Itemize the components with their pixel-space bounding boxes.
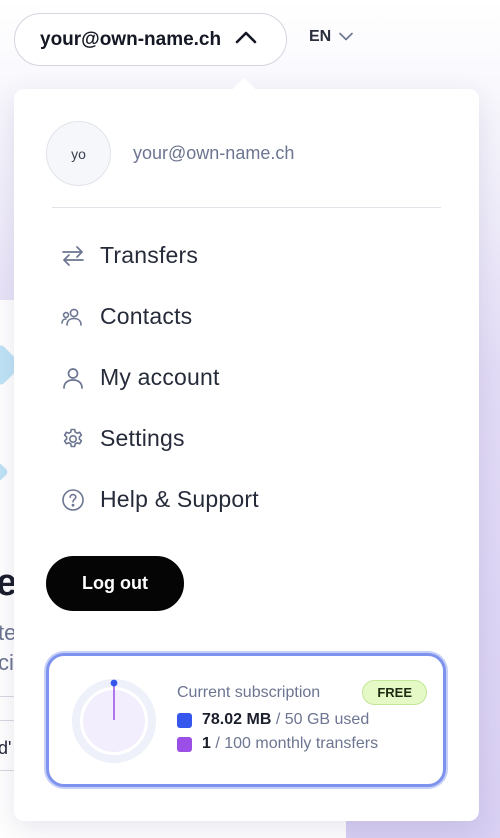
subscription-info: Current subscription FREE 78.02 MB / 50 …	[177, 680, 427, 753]
avatar: yo	[46, 121, 111, 186]
help-circle-icon	[60, 487, 86, 513]
plan-badge: FREE	[362, 680, 427, 705]
gear-icon	[60, 426, 86, 452]
menu-item-label: Help & Support	[100, 486, 259, 512]
language-selector[interactable]: EN	[309, 28, 354, 46]
menu-item-contacts[interactable]: Contacts	[60, 286, 259, 347]
subscription-card[interactable]: Current subscription FREE 78.02 MB / 50 …	[46, 653, 446, 787]
menu-item-my-account[interactable]: My account	[60, 347, 259, 408]
storage-used-value: 78.02 MB	[202, 711, 272, 728]
profile-header: yo your@own-name.ch	[46, 121, 294, 186]
menu-item-transfers[interactable]: Transfers	[60, 225, 259, 286]
chevron-down-icon	[339, 28, 354, 46]
menu-item-label: My account	[100, 364, 220, 390]
user-dropdown-menu: yo your@own-name.ch Transfers Contacts M…	[14, 89, 479, 821]
transfers-color-swatch	[177, 736, 192, 752]
background-text: d'	[0, 738, 12, 758]
menu-item-settings[interactable]: Settings	[60, 408, 259, 469]
storage-color-swatch	[177, 712, 192, 728]
menu-divider	[52, 207, 441, 208]
user-icon	[60, 365, 86, 391]
chevron-up-icon	[235, 30, 257, 49]
storage-usage-gauge	[72, 679, 156, 763]
background-text: ci	[0, 650, 14, 675]
menu-item-help-support[interactable]: Help & Support	[60, 469, 259, 530]
menu-item-label: Contacts	[100, 303, 193, 329]
menu-item-label: Transfers	[100, 242, 199, 268]
transfers-total-text: / 100 monthly transfers	[215, 735, 379, 752]
language-label: EN	[309, 28, 332, 45]
user-menu-toggle[interactable]: your@own-name.ch	[14, 13, 287, 66]
storage-total-text: / 50 GB used	[275, 711, 370, 728]
transfers-used-value: 1	[202, 735, 211, 752]
subscription-title: Current subscription	[177, 683, 321, 701]
menu-items: Transfers Contacts My account Settings H…	[60, 225, 259, 530]
user-menu-email: your@own-name.ch	[40, 28, 222, 50]
contacts-icon	[60, 304, 86, 330]
profile-email: your@own-name.ch	[133, 143, 295, 163]
transfers-usage-row: 1 / 100 monthly transfers	[177, 735, 427, 753]
logout-button[interactable]: Log out	[46, 556, 184, 611]
transfer-arrows-icon	[60, 243, 86, 269]
gauge-progress-dot	[110, 679, 118, 687]
storage-usage-row: 78.02 MB / 50 GB used	[177, 711, 427, 729]
menu-item-label: Settings	[100, 425, 185, 451]
